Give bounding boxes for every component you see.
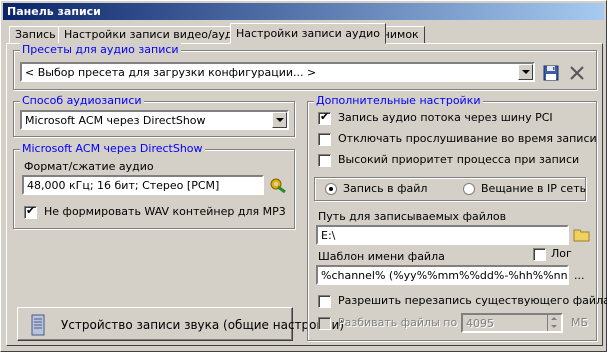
split-size-spinner[interactable] — [547, 315, 561, 331]
audio-method-group-label: Способ аудиозаписи — [20, 94, 144, 107]
mute-monitoring-label: Отключать прослушивание во время записи — [338, 132, 597, 145]
chevron-down-icon[interactable] — [518, 64, 533, 80]
acm-group-label: Microsoft ACM через DirectShow — [20, 142, 205, 155]
split-files-label: Разбивать файлы по — [338, 316, 458, 329]
acm-group: Microsoft ACM через DirectShow Формат/сж… — [13, 142, 295, 229]
no-wav-container-label: Не формировать WAV контейнер для MP3 — [44, 205, 286, 218]
output-mode-box: Запись в файл Вещание в IP сеть — [314, 177, 586, 201]
extra-settings-group-label: Дополнительные настройки — [314, 94, 483, 107]
path-label: Путь для записываемых файлов — [318, 210, 507, 223]
audio-device-settings-button[interactable]: Устройство записи звука (общие настройки… — [17, 307, 344, 341]
split-unit-label: МБ — [571, 316, 589, 329]
allow-overwrite-label: Разрешить перезапись существующего файла — [338, 294, 607, 307]
allow-overwrite-checkbox[interactable] — [318, 295, 331, 308]
preset-select-value: < Выбор пресета для загрузки конфигураци… — [25, 66, 317, 79]
radio-record-to-file[interactable] — [325, 183, 337, 195]
audio-format-field[interactable]: 48,000 кГц; 16 бит; Стерео [PCM] — [22, 175, 264, 195]
window-title: Панель записи — [3, 3, 604, 20]
filename-template-field[interactable]: %channel% (%yy%%mm%%dd%-%hh%%nn% — [316, 265, 569, 285]
no-wav-container-checkbox[interactable] — [24, 204, 37, 219]
filename-template-value: %channel% (%yy%%mm%%dd%-%hh%%nn% — [321, 269, 569, 282]
device-icon — [28, 314, 48, 336]
split-size-value: 4095 — [466, 317, 494, 330]
tab-recording[interactable]: Запись — [9, 26, 62, 43]
chevron-down-icon[interactable] — [272, 112, 287, 128]
radio-ip-broadcast[interactable] — [463, 183, 475, 195]
template-options-button[interactable]: ... — [574, 269, 585, 282]
presets-group-label: Пресеты для аудио записи — [20, 43, 181, 56]
preset-select[interactable]: < Выбор пресета для загрузки конфигураци… — [20, 62, 535, 82]
log-label: Лог — [551, 247, 572, 260]
chevron-down-icon[interactable] — [551, 325, 557, 328]
audio-settings-panel: Пресеты для аудио записи < Выбор пресета… — [6, 43, 607, 346]
tab-video-audio-settings[interactable]: Настройки записи видео/аудио — [58, 26, 253, 43]
output-path-field[interactable]: E:\ — [316, 225, 569, 245]
log-checkbox[interactable] — [533, 248, 546, 261]
filename-template-label: Шаблон имени файла — [318, 250, 445, 263]
configure-format-icon[interactable] — [269, 176, 287, 194]
format-label: Формат/сжатие аудио — [24, 160, 154, 173]
close-icon[interactable] — [568, 64, 586, 82]
save-icon[interactable] — [542, 64, 560, 82]
radio-ip-broadcast-label: Вещание в IP сеть — [481, 182, 587, 195]
extra-settings-group: Дополнительные настройки Запись аудио по… — [307, 94, 607, 341]
folder-icon[interactable] — [573, 227, 591, 243]
mute-monitoring-checkbox[interactable] — [318, 133, 331, 146]
audio-device-settings-label: Устройство записи звука (общие настройки… — [61, 318, 345, 332]
high-priority-label: Высокий приоритет процесса при записи — [338, 153, 580, 166]
presets-group: Пресеты для аудио записи < Выбор пресета… — [13, 43, 597, 90]
pci-capture-checkbox[interactable] — [318, 110, 331, 125]
recording-panel-window: Панель записи Запись Настройки записи ви… — [0, 0, 607, 352]
split-size-field[interactable]: 4095 — [461, 313, 563, 333]
audio-method-select-value: Microsoft ACM через DirectShow — [25, 114, 206, 127]
split-files-checkbox[interactable] — [318, 317, 331, 330]
chevron-up-icon[interactable] — [551, 317, 557, 320]
output-path-value: E:\ — [321, 229, 336, 242]
tab-audio-settings[interactable]: Настройки записи аудио — [230, 23, 386, 44]
audio-format-value: 48,000 кГц; 16 бит; Стерео [PCM] — [27, 179, 220, 192]
radio-record-to-file-label: Запись в файл — [343, 182, 428, 195]
audio-method-group: Способ аудиозаписи Microsoft ACM через D… — [13, 94, 295, 137]
audio-method-select[interactable]: Microsoft ACM через DirectShow — [20, 110, 289, 130]
pci-capture-label: Запись аудио потока через шину PCI — [338, 111, 553, 124]
high-priority-checkbox[interactable] — [318, 154, 331, 167]
